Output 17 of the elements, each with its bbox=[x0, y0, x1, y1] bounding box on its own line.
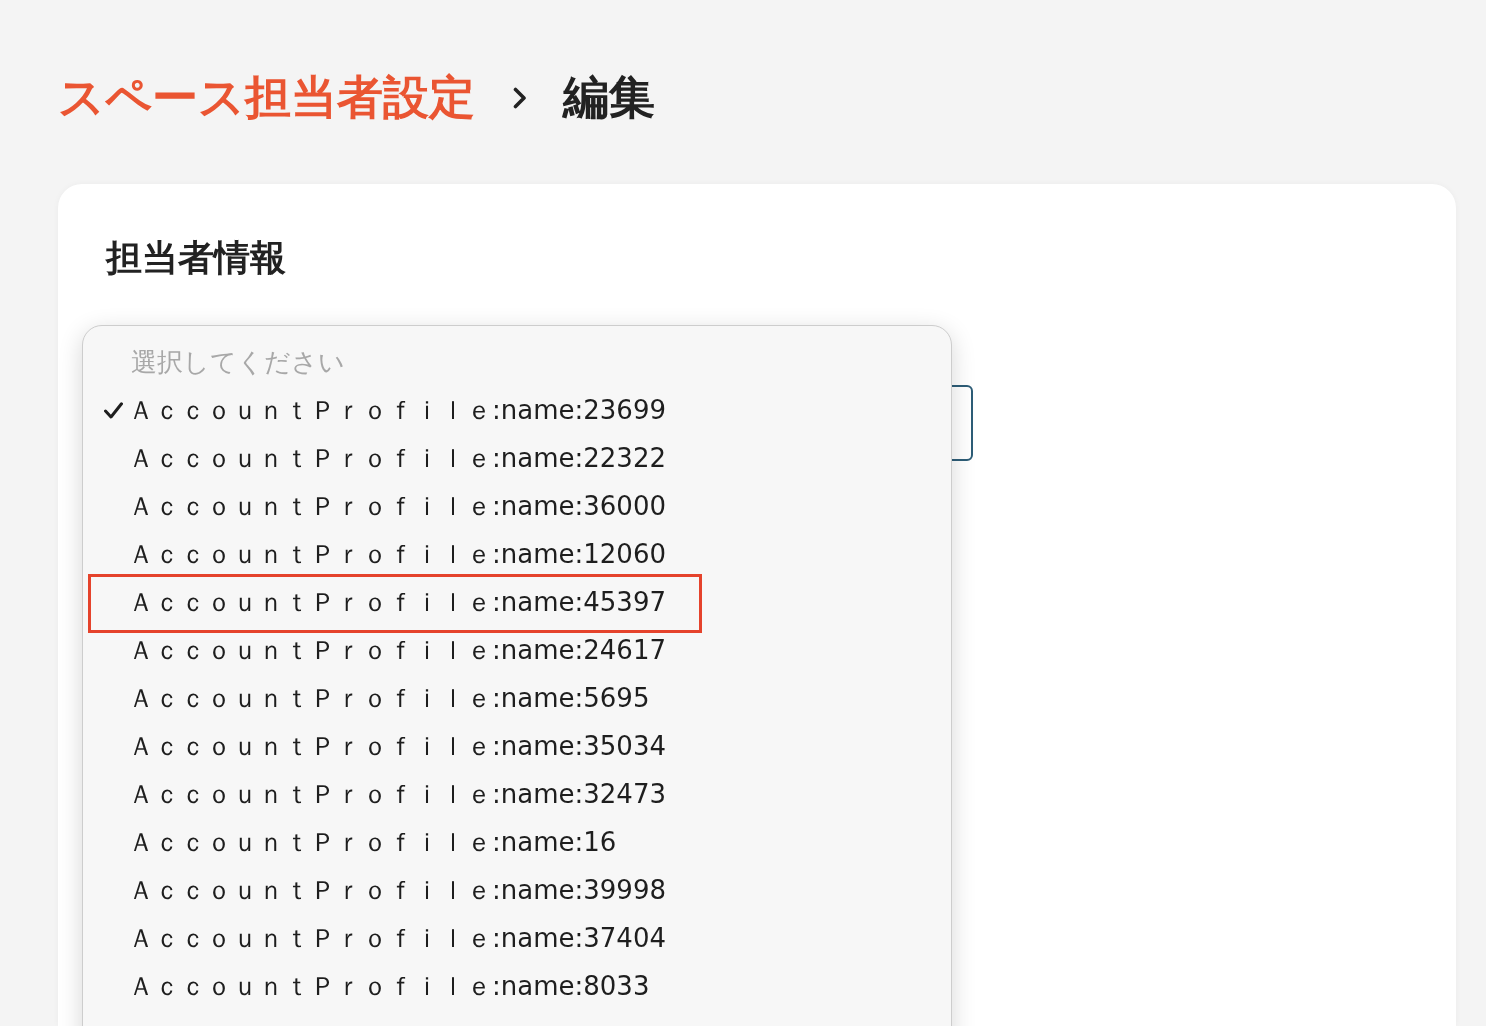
page-title: 編集 bbox=[563, 70, 655, 125]
dropdown-option[interactable]: ＡｃｃｏｕｎｔＰｒｏｆｉｌｅ:name:8033 bbox=[83, 962, 951, 1010]
section-heading: 担当者情報 bbox=[106, 236, 286, 280]
dropdown-option[interactable]: ＡｃｃｏｕｎｔＰｒｏｆｉｌｅ:name:36000 bbox=[83, 482, 951, 530]
dropdown-option[interactable]: ＡｃｃｏｕｎｔＰｒｏｆｉｌｅ:name:23699 bbox=[83, 386, 951, 434]
dropdown-option[interactable]: ＡｃｃｏｕｎｔＰｒｏｆｉｌｅ:name:37404 bbox=[83, 914, 951, 962]
dropdown-option[interactable]: ＡｃｃｏｕｎｔＰｒｏｆｉｌｅ:name:39998 bbox=[83, 866, 951, 914]
dropdown-option[interactable]: ＡｃｃｏｕｎｔＰｒｏｆｉｌｅ:name:24617 bbox=[83, 626, 951, 674]
dropdown-option[interactable]: ＡｃｃｏｕｎｔＰｒｏｆｉｌｅ:name:5695 bbox=[83, 674, 951, 722]
dropdown-option[interactable]: ＡｃｃｏｕｎｔＰｒｏｆｉｌｅ:name:32473 bbox=[83, 770, 951, 818]
placeholder-option: 選択してください bbox=[83, 338, 951, 386]
dropdown-option[interactable]: ＡｃｃｏｕｎｔＰｒｏｆｉｌｅ:name:16 bbox=[83, 818, 951, 866]
dropdown-option[interactable]: ＡｃｃｏｕｎｔＰｒｏｆｉｌｅ:name:22322 bbox=[83, 434, 951, 482]
dropdown-option[interactable]: ＡｃｃｏｕｎｔＰｒｏｆｉｌｅ:name:35034 bbox=[83, 722, 951, 770]
dropdown-option[interactable]: ＡｃｃｏｕｎｔＰｒｏｆｉｌｅ:name:12060 bbox=[83, 530, 951, 578]
dropdown-option[interactable]: ＡｃｃｏｕｎｔＰｒｏｆｉｌｅ:name:45397 bbox=[83, 578, 951, 626]
chevron-right-icon bbox=[513, 86, 527, 109]
